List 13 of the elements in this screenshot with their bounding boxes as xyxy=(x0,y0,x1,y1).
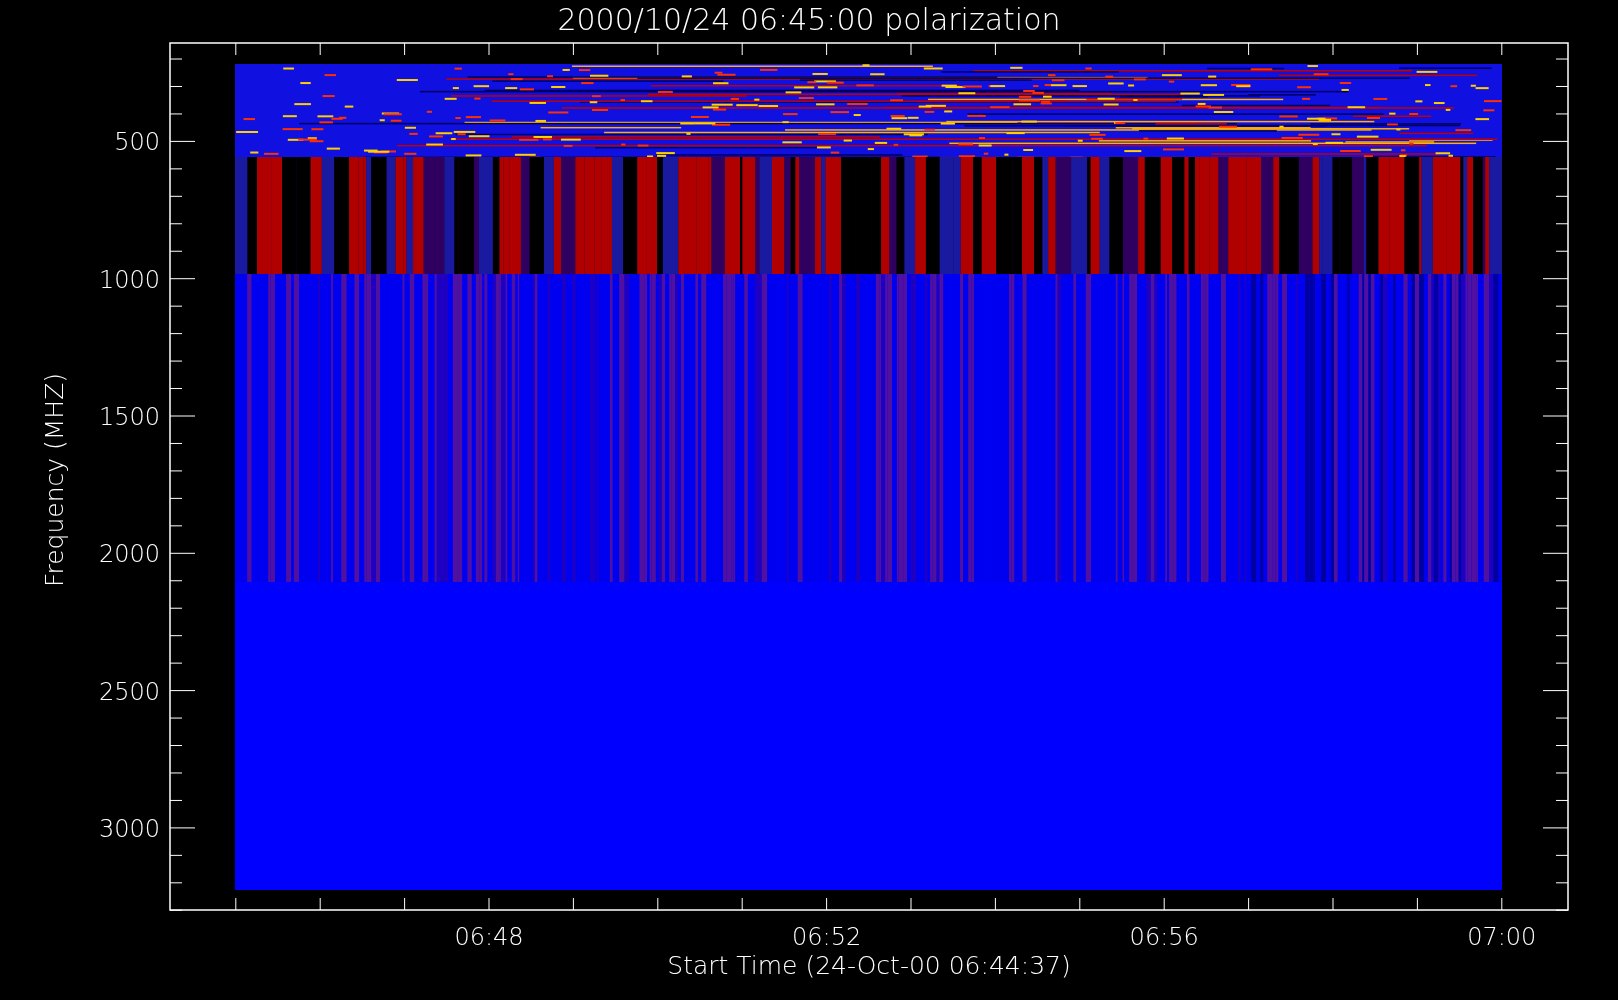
tick-label: 07:00 xyxy=(1467,923,1537,951)
plot-title: 2000/10/24 06:45:00 polarization xyxy=(557,2,1061,37)
axis-label: Start Time (24-Oct-00 06:44:37) xyxy=(667,951,1071,980)
tick-label: 500 xyxy=(114,128,160,157)
tick-label: 1000 xyxy=(98,265,160,294)
tick-label: 2500 xyxy=(98,677,160,706)
tick-label: 06:48 xyxy=(454,923,524,951)
tick-label: 06:52 xyxy=(792,923,862,951)
tick-label: 06:56 xyxy=(1129,923,1199,951)
tick-label: 3000 xyxy=(98,814,160,843)
tick-label: 2000 xyxy=(98,540,160,569)
tick-label: 1500 xyxy=(98,403,160,431)
axis-label: Frequency (MHZ) xyxy=(40,372,69,588)
